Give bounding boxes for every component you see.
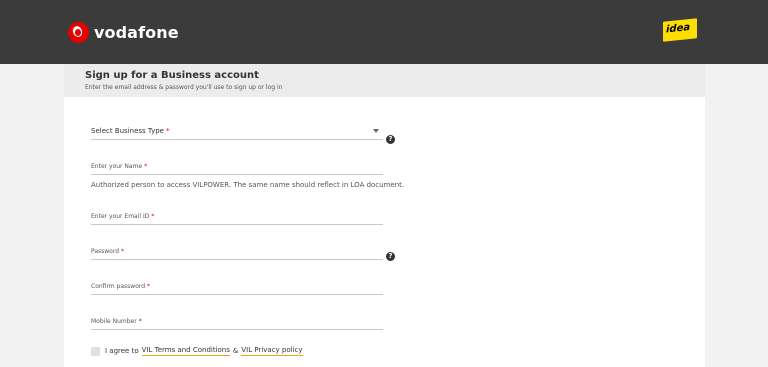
brand-name: vodafone xyxy=(94,23,179,42)
mobile-number-label: Mobile Number * xyxy=(91,318,142,325)
agree-connector: & xyxy=(232,347,239,355)
header-bar: vodafone idea xyxy=(0,0,768,64)
business-type-label: Select Business Type * xyxy=(91,127,170,135)
vodafone-logo-icon xyxy=(68,22,89,43)
business-type-select[interactable]: Select Business Type * xyxy=(91,120,383,140)
confirm-password-label: Confirm password * xyxy=(91,283,151,290)
mobile-number-field[interactable]: Mobile Number * xyxy=(91,310,383,330)
chevron-down-icon xyxy=(373,129,379,133)
password-field[interactable]: Password * xyxy=(91,240,383,260)
page-subtitle: Enter the email address & password you'l… xyxy=(85,84,283,91)
email-label: Enter your Email ID * xyxy=(91,213,155,220)
page-header-band: Sign up for a Business account Enter the… xyxy=(64,64,705,97)
name-hint: Authorized person to access VILPOWER. Th… xyxy=(91,181,405,189)
privacy-policy-link[interactable]: VIL Privacy policy xyxy=(241,346,303,356)
help-icon[interactable]: ? xyxy=(386,252,395,261)
idea-logo: idea xyxy=(663,18,697,42)
name-field[interactable]: Enter your Name * xyxy=(91,155,383,175)
agree-checkbox[interactable] xyxy=(91,346,100,356)
name-label: Enter your Name * xyxy=(91,163,148,170)
terms-agreement: I agree to VIL Terms and Conditions & VI… xyxy=(91,346,306,356)
page-title: Sign up for a Business account xyxy=(85,70,259,81)
confirm-password-field[interactable]: Confirm password * xyxy=(91,275,383,295)
help-icon[interactable]: ? xyxy=(386,135,395,144)
vodafone-brand[interactable]: vodafone xyxy=(68,22,179,43)
terms-link[interactable]: VIL Terms and Conditions xyxy=(141,346,230,356)
password-label: Password * xyxy=(91,248,125,255)
email-field[interactable]: Enter your Email ID * xyxy=(91,205,383,225)
signup-form: Select Business Type * ? Enter your Name *… xyxy=(64,97,705,367)
agree-prefix: I agree to xyxy=(105,347,139,355)
